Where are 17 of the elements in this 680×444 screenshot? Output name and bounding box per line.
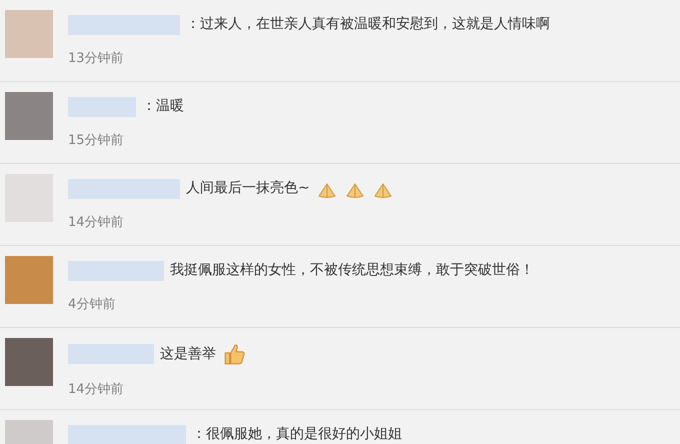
comment-text: ：很佩服她，真的是很好的小姐姐 xyxy=(192,425,402,444)
blurred-username xyxy=(68,96,136,116)
comment-time: 14分钟前 xyxy=(68,381,125,399)
comment-text: 这是善举 xyxy=(160,344,216,364)
comment-text: ：温暖 xyxy=(142,97,184,116)
avatar-placeholder xyxy=(5,92,53,140)
avatar-placeholder xyxy=(5,256,53,304)
comment-time: 4分钟前 xyxy=(68,296,116,314)
comment-text: ：过来人，在世亲人真有被温暖和安慰到，这就是人情味啊 xyxy=(186,15,550,34)
comment-time: 15分钟前 xyxy=(68,132,125,150)
avatar-placeholder xyxy=(5,338,53,386)
comment-text: 人间最后一抹亮色~ xyxy=(186,179,310,198)
thumbs-up-icon xyxy=(222,342,246,366)
comment-time: 13分钟前 xyxy=(68,50,125,68)
comment-text: 我挺佩服这样的女性，不被传统思想束缚，敢于突破世俗！ xyxy=(170,261,534,280)
comment-time: 14分钟前 xyxy=(68,214,125,232)
avatar-placeholder xyxy=(5,10,53,58)
